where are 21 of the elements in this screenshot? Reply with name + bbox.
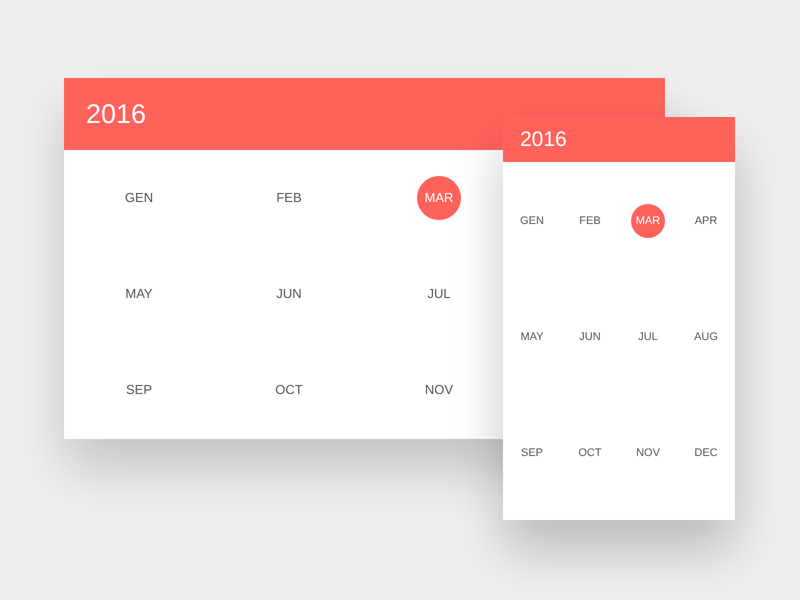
month-button[interactable]: JUL xyxy=(417,272,461,316)
year-title: 2016 xyxy=(86,98,146,131)
month-button[interactable]: FEB xyxy=(267,176,311,220)
year-title: 2016 xyxy=(520,126,567,153)
month-button[interactable]: SEP xyxy=(515,436,549,470)
month-button[interactable]: JUN xyxy=(573,320,607,354)
month-button[interactable]: MAY xyxy=(515,320,549,354)
month-button[interactable]: NOV xyxy=(417,368,461,412)
month-button[interactable]: FEB xyxy=(573,204,607,238)
month-button[interactable]: GEN xyxy=(515,204,549,238)
month-button[interactable]: JUN xyxy=(267,272,311,316)
month-button[interactable]: SEP xyxy=(117,368,161,412)
month-button[interactable]: OCT xyxy=(573,436,607,470)
month-button[interactable]: DEC xyxy=(689,436,723,470)
month-button[interactable]: GEN xyxy=(117,176,161,220)
month-button[interactable]: JUL xyxy=(631,320,665,354)
month-button[interactable]: OCT xyxy=(267,368,311,412)
month-button[interactable]: APR xyxy=(689,204,723,238)
month-button[interactable]: NOV xyxy=(631,436,665,470)
month-button[interactable]: MAY xyxy=(117,272,161,316)
month-button[interactable]: AUG xyxy=(689,320,723,354)
